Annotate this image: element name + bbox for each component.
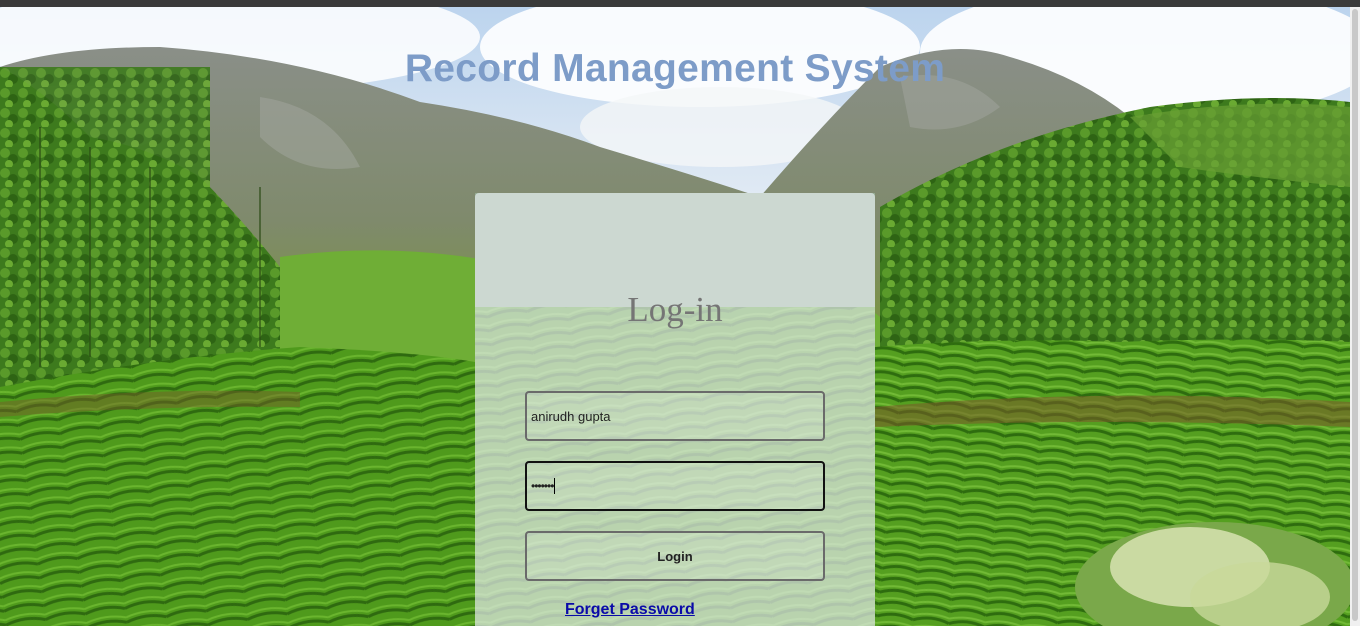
browser-top-bar [0,0,1360,7]
app-title: Record Management System [404,47,946,90]
text-caret [554,478,556,494]
password-masked-value: ••••••• [531,479,554,493]
login-panel: Log-in anirudh gupta ••••••• Login Forge… [475,193,875,626]
username-input[interactable]: anirudh gupta [525,391,825,441]
username-value: anirudh gupta [531,408,611,424]
scrollbar-thumb[interactable] [1352,9,1358,621]
forget-password-link[interactable]: Forget Password [565,601,695,619]
password-input[interactable]: ••••••• [525,461,825,511]
login-button[interactable]: Login [525,531,825,581]
login-heading: Log-in [627,290,723,329]
